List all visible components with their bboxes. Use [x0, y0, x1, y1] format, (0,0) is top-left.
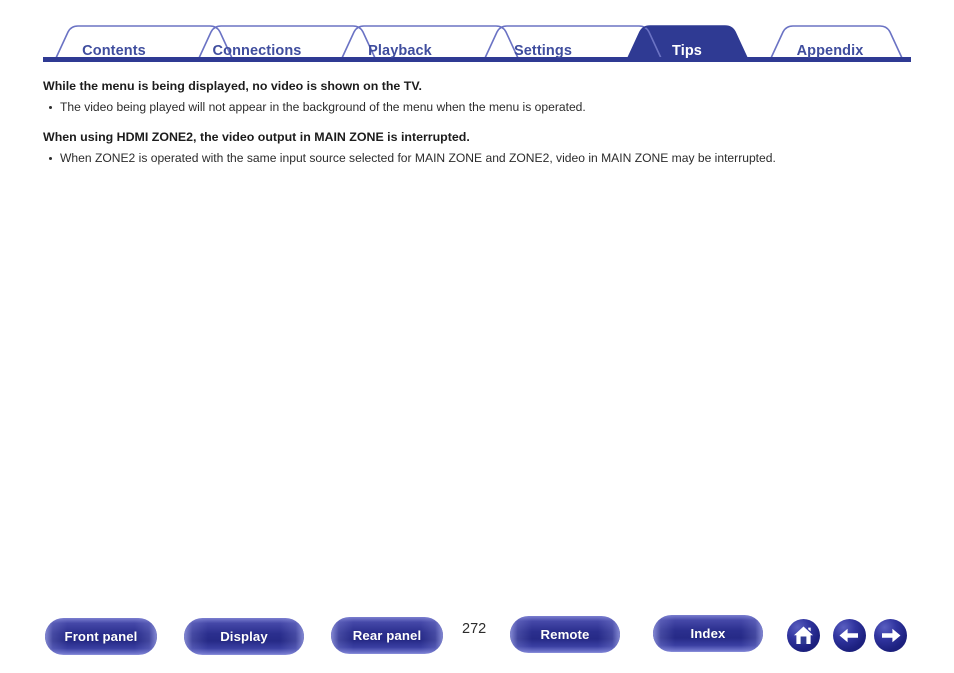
display-button[interactable]: Display — [184, 618, 304, 655]
tab-contents[interactable]: Contents — [82, 43, 146, 59]
front-panel-button-label: Front panel — [64, 629, 138, 644]
home-icon — [794, 626, 813, 644]
index-button-label: Index — [690, 626, 726, 641]
front-panel-button[interactable]: Front panel — [45, 618, 157, 655]
list-item: When ZONE2 is operated with the same inp… — [43, 150, 923, 167]
home-icon-button[interactable] — [787, 619, 820, 652]
tab-baseline — [43, 57, 911, 62]
tab-bar: Contents Connections Playback Settings T… — [43, 20, 911, 62]
back-icon-button[interactable] — [833, 619, 866, 652]
section-heading-2: When using HDMI ZONE2, the video output … — [43, 130, 470, 144]
section-bullets-1: The video being played will not appear i… — [43, 99, 923, 116]
page-content: While the menu is being displayed, no vi… — [43, 78, 923, 180]
back-icon — [839, 628, 858, 643]
tab-appendix[interactable]: Appendix — [797, 43, 864, 59]
tab-tips[interactable]: Tips — [672, 43, 702, 59]
tab-playback[interactable]: Playback — [368, 43, 432, 59]
display-button-label: Display — [220, 629, 268, 644]
section-heading-1: While the menu is being displayed, no vi… — [43, 79, 422, 93]
list-item: The video being played will not appear i… — [43, 99, 923, 116]
index-button[interactable]: Index — [653, 615, 763, 652]
tab-settings[interactable]: Settings — [514, 43, 572, 59]
rear-panel-button-label: Rear panel — [352, 628, 422, 643]
remote-button[interactable]: Remote — [510, 616, 620, 653]
page-number: 272 — [462, 621, 487, 637]
rear-panel-button[interactable]: Rear panel — [331, 617, 443, 654]
forward-icon-button[interactable] — [874, 619, 907, 652]
forward-icon — [882, 628, 901, 643]
tab-connections[interactable]: Connections — [213, 43, 302, 59]
tab-bar-shape — [43, 25, 911, 62]
remote-button-label: Remote — [540, 627, 590, 642]
section-bullets-2: When ZONE2 is operated with the same inp… — [43, 150, 923, 167]
